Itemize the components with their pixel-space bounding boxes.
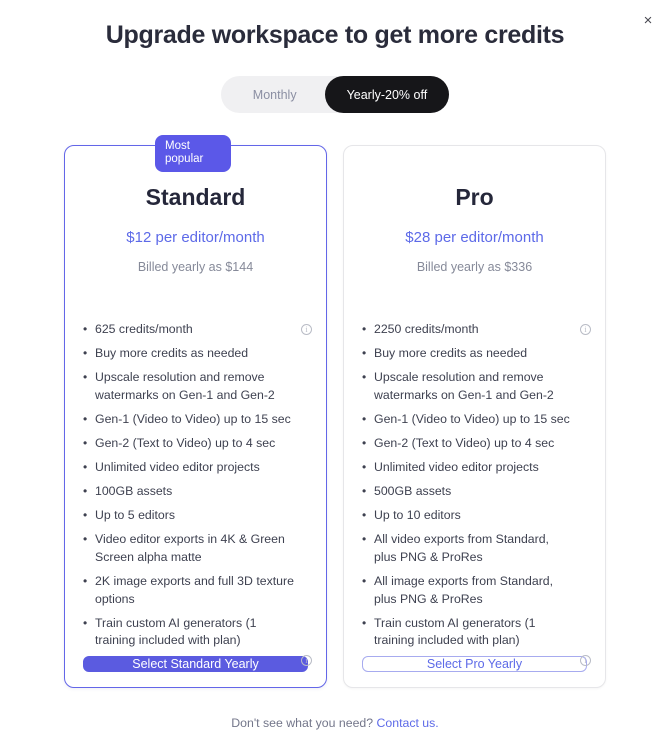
feature-label: Up to 10 editors (374, 508, 461, 523)
bullet-icon: • (362, 574, 367, 589)
plan-price: $12 per editor/month (126, 229, 265, 246)
plan-billing-note: Billed yearly as $336 (416, 260, 533, 274)
bullet-icon: • (83, 532, 88, 547)
feature-label: Gen-2 (Text to Video) up to 4 sec (374, 435, 555, 450)
list-item: • Upscale resolution and remove watermark… (362, 369, 591, 404)
plan-price: $28 per editor/month (405, 229, 544, 246)
plan-name: Pro (455, 184, 494, 210)
info-icon[interactable]: i (301, 654, 312, 666)
feature-label: Buy more credits as needed (95, 346, 249, 361)
feature-label: Unlimited video editor projects (374, 460, 539, 475)
list-item: • Gen-1 (Video to Video) up to 15 sec (362, 411, 591, 429)
list-item: • Up to 5 editors (83, 507, 312, 525)
list-item: • 2K image exports and full 3D texture op… (83, 573, 312, 608)
plan-cards: Most popular Standard $12 per editor/mon… (0, 135, 670, 688)
plan-card-standard[interactable]: Most popular Standard $12 per editor/mon… (64, 135, 327, 688)
bullet-icon: • (83, 615, 88, 630)
list-item: • Gen-2 (Text to Video) up to 4 sec (362, 435, 591, 453)
feature-label: Buy more credits as needed (374, 346, 528, 361)
list-item: • Gen-2 (Text to Video) up to 4 sec (83, 435, 312, 453)
list-item: • All image exports from Standard, plus P… (362, 573, 591, 608)
bullet-icon: • (362, 484, 367, 499)
plan-billing-note: Billed yearly as $144 (137, 260, 254, 274)
feature-label: Gen-1 (Video to Video) up to 15 sec (95, 411, 291, 426)
list-item: • 100GB assets (83, 483, 312, 501)
bullet-icon: • (83, 508, 88, 523)
toggle-option-monthly[interactable]: Monthly (221, 76, 325, 113)
plan-name: Standard (145, 184, 246, 210)
select-pro-button[interactable]: Select Pro Yearly (362, 656, 587, 673)
bullet-icon: • (362, 435, 367, 450)
list-item: • Gen-1 (Video to Video) up to 15 sec (83, 411, 312, 429)
feature-list-standard: • 625 credits/month i • Buy more credits as… (83, 321, 312, 666)
contact-us-link[interactable]: Contact us. (377, 716, 439, 730)
feature-label: Unlimited video editor projects (95, 460, 260, 475)
bullet-icon: • (83, 346, 88, 361)
list-item: • Unlimited video editor projects (83, 459, 312, 477)
bullet-icon: • (83, 460, 88, 475)
list-item: • Train custom AI generators (1 training … (83, 615, 312, 666)
bullet-icon: • (362, 460, 367, 475)
toggle-option-yearly[interactable]: Yearly-20% off (324, 76, 450, 113)
feature-label: Train custom AI generators (1 training i… (95, 615, 257, 648)
feature-label: Gen-2 (Text to Video) up to 4 sec (95, 435, 276, 450)
plan-card-pro[interactable]: Pro $28 per editor/month Billed yearly a… (343, 145, 606, 688)
list-item: • Buy more credits as needed (83, 345, 312, 363)
list-item: • 500GB assets (362, 483, 591, 501)
upgrade-modal: × Upgrade workspace to get more credits … (0, 0, 670, 746)
list-item: • Train custom AI generators (1 training … (362, 615, 591, 666)
feature-list-pro: • 2250 credits/month i • Buy more credits a… (362, 321, 591, 666)
status-badge: Most popular (155, 135, 231, 172)
bullet-icon: • (83, 435, 88, 450)
feature-label: All image exports from Standard, plus PN… (374, 574, 554, 606)
bullet-icon: • (362, 411, 367, 426)
page-title: Upgrade workspace to get more credits (105, 21, 565, 49)
bullet-icon: • (83, 574, 88, 589)
bullet-icon: • (362, 615, 367, 630)
bullet-icon: • (362, 370, 367, 385)
close-icon[interactable]: × (636, 8, 660, 32)
info-icon[interactable]: i (301, 324, 312, 335)
footer-text: Don't see what you need? (231, 716, 374, 730)
feature-label: 2K image exports and full 3D texture opt… (95, 574, 294, 606)
feature-label: Upscale resolution and remove watermarks… (95, 370, 275, 402)
footer: Don't see what you need? Contact us. (0, 716, 670, 730)
bullet-icon: • (362, 322, 367, 336)
list-item: • Upscale resolution and remove watermark… (83, 369, 312, 404)
feature-label: Gen-1 (Video to Video) up to 15 sec (374, 411, 570, 426)
bullet-icon: • (83, 370, 88, 385)
billing-toggle-track: Monthly Yearly-20% off (220, 76, 450, 113)
feature-label: 500GB assets (374, 484, 452, 499)
bullet-icon: • (362, 346, 367, 361)
feature-label: 100GB assets (95, 484, 173, 499)
bullet-icon: • (362, 508, 367, 523)
feature-label: All video exports from Standard, plus PN… (374, 532, 549, 564)
list-item: • 625 credits/month i (83, 321, 312, 339)
list-item: • Video editor exports in 4K & Green Scre… (83, 531, 312, 566)
list-item: • All video exports from Standard, plus P… (362, 531, 591, 566)
feature-label: Train custom AI generators (1 training i… (374, 615, 536, 648)
info-icon[interactable]: i (580, 324, 591, 335)
info-icon[interactable]: i (580, 654, 591, 666)
feature-label: Upscale resolution and remove watermarks… (374, 370, 554, 402)
billing-toggle: Monthly Yearly-20% off (0, 76, 670, 113)
list-item: • Up to 10 editors (362, 507, 591, 525)
feature-label: Up to 5 editors (95, 508, 175, 523)
bullet-icon: • (83, 322, 88, 336)
feature-label: 2250 credits/month (374, 322, 479, 336)
feature-label: Video editor exports in 4K & Green Scree… (95, 532, 285, 564)
select-standard-button[interactable]: Select Standard Yearly (83, 656, 308, 673)
bullet-icon: • (83, 411, 88, 426)
list-item: • Buy more credits as needed (362, 345, 591, 363)
list-item: • 2250 credits/month i (362, 321, 591, 339)
bullet-icon: • (83, 484, 88, 499)
bullet-icon: • (362, 532, 367, 547)
list-item: • Unlimited video editor projects (362, 459, 591, 477)
feature-label: 625 credits/month (95, 322, 193, 336)
